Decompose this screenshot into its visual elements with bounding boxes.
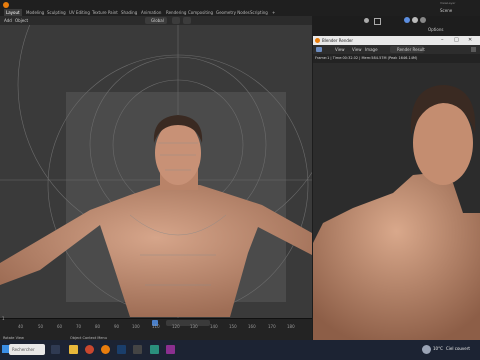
minimize-button[interactable]: –	[441, 37, 444, 43]
view-menu-2[interactable]: View	[352, 47, 362, 52]
render-result-label: Render Result	[397, 47, 425, 52]
render-stats: Frame:1 | Time:00:32.02 | Mem:584.57M (P…	[315, 56, 418, 60]
scene-selector[interactable]: Scene	[440, 8, 452, 13]
render-window-toolbar: View View Image Render Result	[313, 45, 480, 54]
video-app-icon[interactable]	[166, 345, 175, 354]
object-menu[interactable]: Object	[15, 17, 28, 24]
tab-scripting[interactable]: Scripting	[250, 9, 268, 16]
render-window-title: Blender Render	[322, 38, 354, 43]
timeline-tick: 140	[210, 324, 218, 329]
timeline-tick: 110	[152, 324, 160, 329]
proportional-toggle[interactable]	[183, 17, 191, 24]
timeline-tick: 150	[229, 324, 237, 329]
camera-app-icon[interactable]	[133, 345, 142, 354]
view-menu[interactable]: View	[335, 47, 345, 52]
timeline-tick: 70	[76, 324, 82, 329]
xray-icon[interactable]	[374, 18, 381, 25]
chrome-icon[interactable]	[85, 345, 94, 354]
options-dropdown[interactable]: Options	[428, 27, 443, 32]
timeline-tick: 60	[57, 324, 63, 329]
blender-logo-icon[interactable]	[3, 2, 9, 8]
timeline-tick: 120	[172, 324, 180, 329]
tab-animation[interactable]: Animation	[141, 9, 161, 16]
overlay-icon[interactable]	[364, 18, 369, 23]
snap-toggle[interactable]	[172, 17, 180, 24]
temperature: 10°C	[433, 346, 443, 351]
search-placeholder: Rechercher	[12, 347, 35, 352]
orientation-label: Global	[151, 18, 164, 23]
folder-icon[interactable]	[69, 345, 78, 354]
tab-geometry-nodes[interactable]: Geometry Nodes	[216, 9, 250, 16]
add-menu[interactable]: Add	[4, 17, 12, 24]
maximize-button[interactable]: □	[454, 37, 459, 43]
weather-icon	[422, 345, 431, 354]
timeline-tick: 50	[38, 324, 44, 329]
shading-solid-icon[interactable]	[404, 17, 410, 23]
tab-compositing[interactable]: Compositing	[188, 9, 213, 16]
timeline-tick: 130	[190, 324, 198, 329]
blender-logo-icon	[315, 38, 320, 43]
task-view-icon[interactable]	[51, 345, 60, 354]
current-frame-number: 1	[2, 316, 5, 321]
render-result-image	[313, 63, 480, 340]
timeline-tick: 160	[248, 324, 256, 329]
top-menu-bar: Layout Modeling Sculpting UV Editing Tex…	[0, 0, 480, 16]
tab-rendering[interactable]: Rendering	[166, 9, 186, 16]
timeline-tick: 80	[95, 324, 101, 329]
monitor-app-icon[interactable]	[150, 345, 159, 354]
timeline-tick: 170	[268, 324, 276, 329]
shading-rendered-icon[interactable]	[420, 17, 426, 23]
image-menu[interactable]: Image	[365, 47, 378, 52]
pin-icon[interactable]	[471, 47, 476, 52]
search-box[interactable]: Rechercher	[9, 344, 45, 355]
view-layer-selector[interactable]: ViewLayer	[440, 1, 455, 5]
timeline-tick: 40	[18, 324, 24, 329]
add-workspace-button[interactable]: +	[272, 9, 275, 16]
tab-uv-editing[interactable]: UV Editing	[69, 9, 90, 16]
timeline-panel[interactable]	[0, 318, 312, 341]
tab-shading[interactable]: Shading	[121, 9, 137, 16]
3d-viewport[interactable]	[0, 25, 312, 318]
timeline-tick: 90	[114, 324, 120, 329]
tab-modeling[interactable]: Modeling	[26, 9, 44, 16]
weather-status: Ciel couvert	[446, 346, 470, 351]
render-info-bar: Frame:1 | Time:00:32.02 | Mem:584.57M (P…	[313, 54, 480, 63]
tab-texture-paint[interactable]: Texture Paint	[92, 9, 118, 16]
tab-sculpting[interactable]: Sculpting	[47, 9, 66, 16]
blender-taskbar-icon[interactable]	[101, 345, 110, 354]
editor-type-icon[interactable]	[316, 47, 322, 52]
timeline-tick: 180	[287, 324, 295, 329]
photoshop-icon[interactable]	[117, 345, 126, 354]
viewport-shading-buttons[interactable]	[364, 17, 434, 25]
tab-layout[interactable]: Layout	[4, 9, 22, 16]
shading-material-icon[interactable]	[412, 17, 418, 23]
close-button[interactable]: ✕	[468, 37, 472, 43]
render-window-titlebar: Blender Render – □ ✕	[313, 36, 480, 45]
timeline-tick: 100	[132, 324, 140, 329]
